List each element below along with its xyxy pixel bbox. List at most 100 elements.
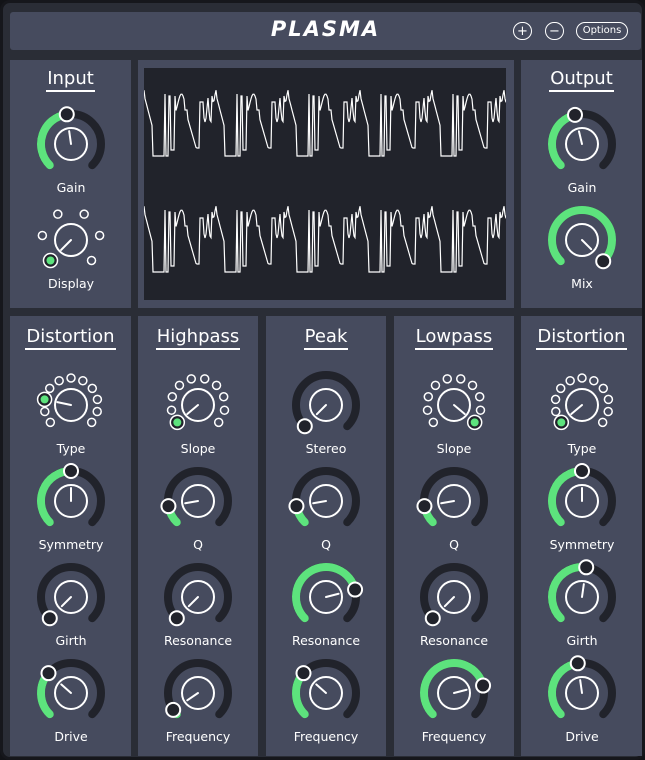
selector-pointer [60, 239, 72, 251]
knob-graphic [292, 563, 364, 623]
output-panel: Output Gain Mix [521, 60, 642, 308]
input-display-label: Display [47, 276, 95, 291]
highpass-q-knob[interactable]: Q [158, 463, 238, 552]
distortion-right-drive-label: Drive [565, 729, 599, 744]
knob-graphic [416, 467, 488, 527]
selector-pointer [186, 404, 199, 415]
peak-frequency-knob[interactable]: Frequency [286, 655, 366, 744]
knob-graphic [548, 655, 616, 719]
zoom-in-button[interactable]: + [513, 22, 532, 40]
distortion-right-symmetry-knob[interactable]: Symmetry [542, 463, 622, 552]
selector-dot [550, 394, 561, 405]
distortion-left-girth-label: Girth [55, 633, 87, 648]
selector-dot [455, 374, 466, 384]
highpass-frequency-knob[interactable]: Frequency [158, 655, 238, 744]
selector-graphic [166, 374, 230, 431]
peak-q-knob[interactable]: Q [286, 463, 366, 552]
knob-graphic [420, 659, 492, 719]
knob-pointer [453, 688, 468, 694]
knob-graphic [548, 106, 616, 170]
highpass-panel: Highpass Slope Q Resonance Frequency [138, 316, 258, 756]
knob-value-arc [548, 563, 591, 623]
highpass-slope-selector[interactable]: Slope [158, 367, 238, 456]
peak-resonance-knob[interactable]: Resonance [286, 559, 366, 648]
distortion-left-type-selector[interactable]: Type [31, 367, 111, 456]
lowpass-q-knob[interactable]: Q [414, 463, 494, 552]
peak-resonance-label: Resonance [291, 633, 361, 648]
knob-pointer [577, 130, 583, 145]
input-display-selector[interactable]: Display [31, 202, 111, 291]
selector-dot-active [557, 418, 566, 427]
selector-dot [474, 392, 485, 402]
zoom-out-button[interactable]: − [545, 22, 564, 40]
distortion-left-symmetry-knob[interactable]: Symmetry [31, 463, 111, 552]
knob-pointer [68, 130, 72, 145]
output-mix-knob[interactable]: Mix [542, 202, 622, 291]
selector-dot [211, 380, 222, 391]
knob-pointer [440, 500, 455, 505]
knob-handle [58, 106, 75, 123]
distortion-left-drive-knob[interactable]: Drive [31, 655, 111, 744]
selector-dot [430, 380, 441, 391]
selector-graphic [422, 374, 486, 431]
input-gain-knob[interactable]: Gain [31, 106, 111, 195]
selector-dot [166, 405, 177, 415]
distortion-right-type-selector[interactable]: Type [542, 367, 622, 456]
selector-dot-active [40, 395, 49, 404]
selector-dot [475, 405, 486, 415]
selector-dot [186, 374, 197, 384]
selector-dot [53, 209, 63, 219]
knob-pointer [581, 239, 593, 251]
distortion-right-drive-knob[interactable]: Drive [542, 655, 622, 744]
highpass-resonance-knob[interactable]: Resonance [158, 559, 238, 648]
knob-pointer [186, 692, 199, 702]
selector-dot [423, 392, 434, 402]
knob-pointer [315, 683, 327, 694]
knob-handle [295, 665, 312, 682]
selector-dot [603, 406, 613, 417]
knob-pointer [579, 679, 583, 694]
knob-handle [578, 559, 595, 576]
selector-dot [589, 375, 599, 386]
options-button[interactable]: Options [576, 22, 628, 40]
knob-handle [595, 253, 612, 270]
peak-q-label: Q [321, 537, 331, 552]
selector-dot [603, 394, 614, 405]
plugin-window: PLASMA + − Options Input Gain Display Ou… [0, 0, 645, 760]
selector-dot [598, 383, 609, 394]
lowpass-frequency-knob[interactable]: Frequency [414, 655, 494, 744]
knob-pointer [187, 596, 199, 608]
distortion-right-title: Distortion [521, 326, 642, 350]
distortion-right-symmetry-label: Symmetry [549, 537, 615, 552]
knob-pointer [581, 583, 585, 598]
knob-graphic [548, 206, 616, 270]
knob-handle [416, 498, 433, 515]
peak-stereo-knob[interactable]: Stereo [286, 367, 366, 456]
lowpass-resonance-knob[interactable]: Resonance [414, 559, 494, 648]
knob-graphic [548, 463, 616, 527]
knob-handle [569, 655, 586, 672]
selector-dot [551, 406, 561, 417]
selector-pointer [56, 401, 72, 406]
selector-graphic [36, 373, 103, 428]
selector-dot [44, 383, 55, 394]
knob-graphic [548, 559, 616, 623]
output-gain-knob[interactable]: Gain [542, 106, 622, 195]
selector-dot [213, 417, 224, 428]
knob-handle [567, 106, 583, 123]
knob-graphic [37, 106, 105, 170]
distortion-left-girth-knob[interactable]: Girth [31, 559, 111, 648]
distortion-left-type-label: Type [56, 441, 86, 456]
knob-pointer [443, 596, 455, 608]
peak-title: Peak [266, 326, 386, 350]
peak-panel: Peak Stereo Q Resonance Frequency [266, 316, 386, 756]
highpass-title: Highpass [138, 326, 258, 350]
knob-pointer [312, 500, 327, 505]
knob-pointer [60, 683, 72, 694]
distortion-right-girth-knob[interactable]: Girth [542, 559, 622, 648]
selector-dot [167, 392, 178, 402]
lowpass-title: Lowpass [394, 326, 514, 350]
highpass-frequency-label: Frequency [165, 729, 231, 744]
lowpass-slope-selector[interactable]: Slope [414, 367, 494, 456]
selector-dot [174, 380, 185, 391]
